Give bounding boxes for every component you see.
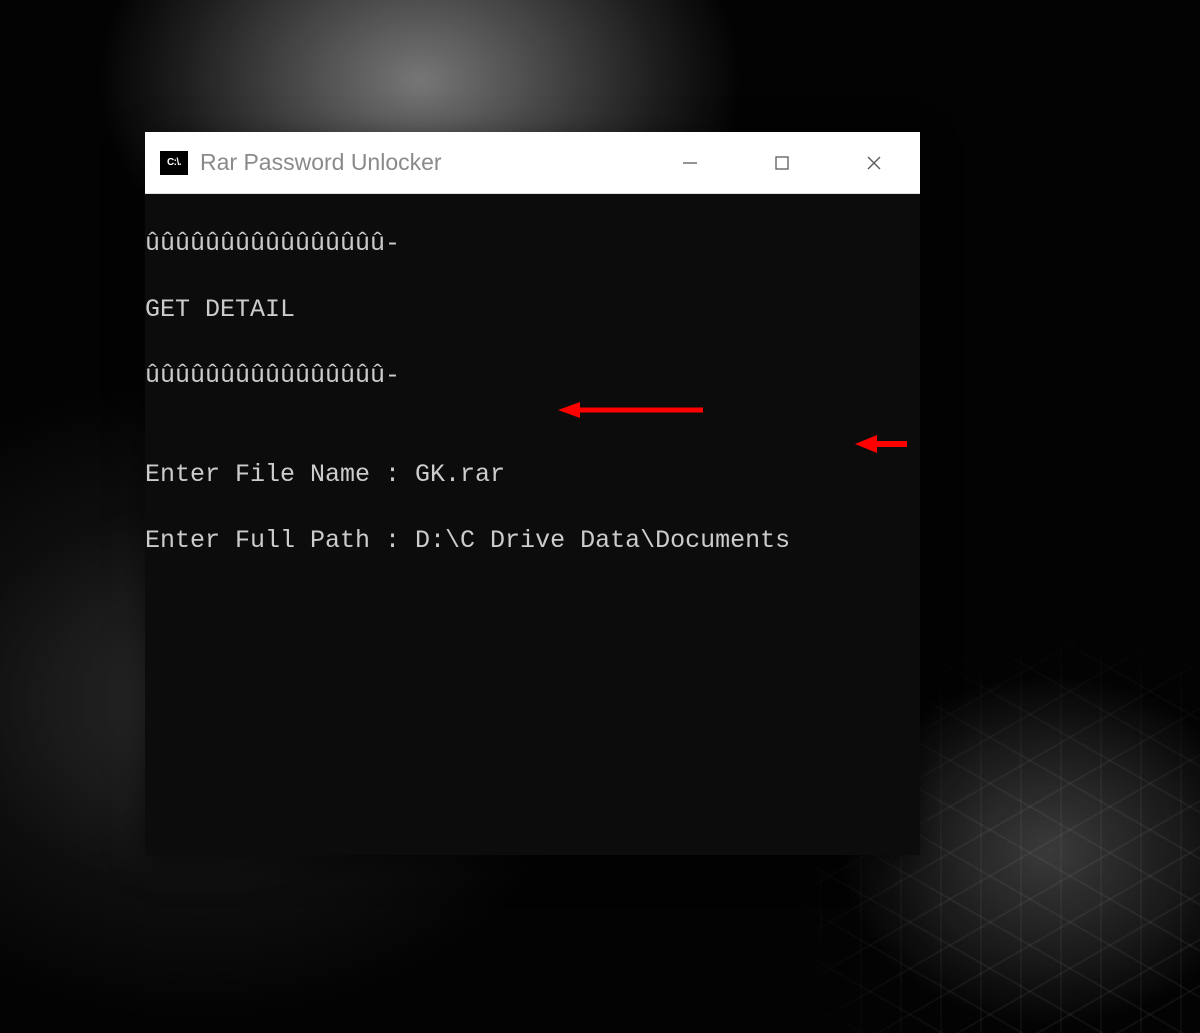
minimize-icon: [680, 153, 700, 173]
maximize-button[interactable]: [736, 132, 828, 193]
maximize-icon: [772, 153, 792, 173]
cmd-icon: C:\.: [160, 151, 188, 175]
console-window: C:\. Rar Password Unlocker ûûûûûûûûûûûûû…: [145, 132, 920, 855]
terminal-line: Enter File Name : GK.rar: [145, 458, 920, 491]
minimize-button[interactable]: [644, 132, 736, 193]
close-icon: [864, 153, 884, 173]
window-controls: [644, 132, 920, 193]
terminal-line: ûûûûûûûûûûûûûûûû-: [145, 227, 920, 260]
terminal-line: Enter Full Path : D:\C Drive Data\Docume…: [145, 524, 920, 557]
window-title: Rar Password Unlocker: [200, 149, 644, 176]
terminal-line: GET DETAIL: [145, 293, 920, 326]
close-button[interactable]: [828, 132, 920, 193]
terminal-area[interactable]: ûûûûûûûûûûûûûûûû- GET DETAIL ûûûûûûûûûûû…: [145, 194, 920, 855]
terminal-line: ûûûûûûûûûûûûûûûû-: [145, 359, 920, 392]
titlebar[interactable]: C:\. Rar Password Unlocker: [145, 132, 920, 194]
